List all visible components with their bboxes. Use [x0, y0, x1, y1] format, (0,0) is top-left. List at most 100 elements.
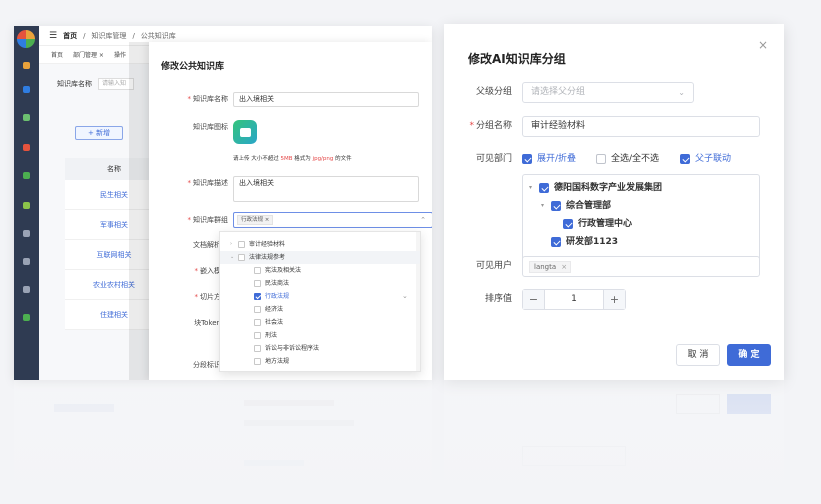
option-checkbox[interactable]: [254, 332, 261, 339]
side-rail: [14, 26, 39, 380]
dropdown-option[interactable]: 地方法规: [220, 355, 420, 368]
kb-desc-textarea[interactable]: 出入境相关: [233, 176, 419, 202]
option-checkbox[interactable]: [238, 254, 245, 261]
nav-file-icon[interactable]: [23, 230, 30, 237]
desc-label: 知识库描述: [193, 179, 228, 187]
dialog-title: 修改AI知识库分组: [468, 52, 566, 66]
dropdown-option[interactable]: 行政法规: [220, 290, 420, 303]
parent-label: 父级分组: [475, 87, 512, 97]
option-label: 刑法: [265, 332, 278, 339]
parent-group-select[interactable]: 请选择父分组 ⌄: [522, 82, 694, 103]
minus-button[interactable]: −: [523, 290, 545, 309]
tree-node[interactable]: 研发部1123: [523, 233, 759, 251]
close-icon[interactable]: ×: [758, 38, 768, 52]
name-label: 知识库名称: [193, 95, 228, 103]
dropdown-option[interactable]: 经济法: [220, 303, 420, 316]
group-tag[interactable]: 行政法规 ×: [237, 215, 274, 225]
tab-ops[interactable]: 操作: [114, 50, 126, 59]
option-checkbox[interactable]: [254, 345, 261, 352]
tree-node[interactable]: 行政管理中心: [523, 215, 759, 233]
tab-home[interactable]: 首页: [51, 50, 63, 59]
nav-org-icon[interactable]: [23, 258, 30, 265]
nav-home-icon[interactable]: [23, 62, 30, 69]
user-tag[interactable]: langta ×: [529, 261, 572, 273]
tree-checkbox[interactable]: [551, 237, 561, 247]
chevron-up-icon[interactable]: ⌃: [420, 216, 426, 224]
option-checkbox[interactable]: [254, 293, 261, 300]
tree-checkbox[interactable]: [551, 201, 561, 211]
breadcrumb-public: 公共知识库: [140, 31, 176, 40]
menu-toggle-icon[interactable]: ☰: [49, 31, 57, 41]
expand-checkbox[interactable]: [522, 154, 532, 164]
group-name-input[interactable]: 审计经验材料: [522, 116, 760, 137]
parent-child-link-label[interactable]: 父子联动: [695, 149, 731, 169]
tree-node[interactable]: ▾ 综合管理部: [523, 197, 759, 215]
breadcrumb-sep: /: [132, 31, 135, 40]
dropdown-option[interactable]: 宪法及相关法: [220, 264, 420, 277]
name-label: 分组名称: [475, 121, 512, 131]
tag-close-icon[interactable]: ×: [265, 217, 270, 223]
tree-node-label: 研发部1123: [566, 237, 619, 247]
dept-label: 可见部门: [475, 154, 512, 164]
sort-value[interactable]: 1: [545, 290, 603, 309]
option-label: 行政法规: [265, 293, 290, 300]
user-label: 可见用户: [475, 261, 512, 271]
tree-node-label: 综合管理部: [566, 201, 612, 211]
option-checkbox[interactable]: [254, 319, 261, 326]
group-dropdown: › 审计经验材料 ⌄ 法律法规参考宪法及相关法 民法商法行政法规经济法 社会法刑法诉讼与非…: [219, 231, 421, 372]
chevron-down-icon[interactable]: ▾: [529, 179, 532, 197]
option-label: 民法商法: [265, 280, 290, 287]
search-label: 知识库名称: [57, 80, 92, 88]
option-checkbox[interactable]: [254, 267, 261, 274]
nav-user-icon[interactable]: [23, 144, 30, 151]
nav-chat-icon[interactable]: [23, 286, 30, 293]
sort-stepper[interactable]: − 1 +: [522, 289, 626, 310]
kb-book-icon[interactable]: [233, 120, 257, 144]
dropdown-option[interactable]: 社会法: [220, 316, 420, 329]
option-checkbox[interactable]: [254, 358, 261, 365]
option-checkbox[interactable]: [254, 306, 261, 313]
chevron-down-icon[interactable]: ⌄: [230, 251, 234, 264]
tag-close-icon[interactable]: ×: [561, 262, 567, 272]
option-label: 地方法规: [265, 358, 290, 365]
tree-node[interactable]: ▾ 德阳国科数字产业发展集团: [523, 179, 759, 197]
dropdown-option[interactable]: 民法商法: [220, 277, 420, 290]
option-checkbox[interactable]: [254, 280, 261, 287]
chevron-down-icon[interactable]: ▾: [541, 197, 544, 215]
nav-chart-icon[interactable]: [23, 114, 30, 121]
confirm-button[interactable]: 确 定: [727, 344, 771, 366]
dropdown-option[interactable]: 诉讼与非诉讼程序法: [220, 342, 420, 355]
dropdown-option[interactable]: 刑法: [220, 329, 420, 342]
nav-settings-icon[interactable]: [23, 314, 30, 321]
breadcrumb-knowledge[interactable]: 知识库管理: [91, 31, 126, 41]
sort-label: 排序值: [484, 294, 512, 304]
nav-knowledge-icon[interactable]: [23, 86, 30, 93]
cancel-button[interactable]: 取 消: [676, 344, 720, 366]
option-checkbox[interactable]: [238, 241, 245, 248]
edit-group-dialog: 修改AI知识库分组 × 父级分组 请选择父分组 ⌄ * 分组名称 审计经验材料 可…: [444, 24, 784, 380]
visible-users-select[interactable]: langta ×: [522, 256, 760, 277]
tree-node-label: 德阳国科数字产业发展集团: [554, 183, 663, 193]
chevron-down-icon: ⌄: [678, 88, 685, 97]
kb-name-input[interactable]: 出入境相关: [233, 92, 419, 107]
parent-child-link-checkbox[interactable]: [680, 154, 690, 164]
expand-label[interactable]: 展开/折叠: [537, 149, 576, 169]
tree-checkbox[interactable]: [563, 219, 573, 229]
breadcrumb-home[interactable]: 首页: [63, 31, 77, 41]
option-label: 宪法及相关法: [265, 267, 302, 274]
tree-checkbox[interactable]: [539, 183, 549, 193]
select-all-label[interactable]: 全选/全不选: [611, 149, 659, 169]
plus-button[interactable]: +: [603, 290, 625, 309]
dropdown-option[interactable]: ⌄ 法律法规参考: [220, 251, 420, 264]
add-button[interactable]: + 新增: [75, 126, 123, 140]
nav-doc-icon[interactable]: [23, 172, 30, 179]
kb-group-select[interactable]: 行政法规 × ⌃: [233, 212, 432, 228]
chevron-right-icon[interactable]: ›: [230, 238, 232, 251]
stage: ☰ 首页 / 知识库管理 / 公共知识库 首页 部门管理 × 操作 知识库名称 …: [0, 0, 821, 504]
nav-tool-icon[interactable]: [23, 202, 30, 209]
dropdown-option[interactable]: › 审计经验材料: [220, 238, 420, 251]
tab-dept[interactable]: 部门管理 ×: [73, 50, 104, 59]
option-label: 审计经验材料: [249, 241, 286, 248]
upload-hint: 请上传 大小不超过 5MB 格式为 jpg/png 的文件: [233, 156, 352, 162]
select-all-checkbox[interactable]: [596, 154, 606, 164]
